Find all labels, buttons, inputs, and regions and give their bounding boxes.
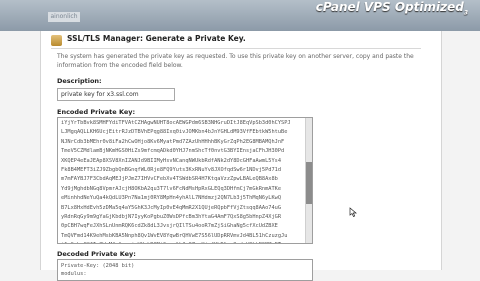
brand-version: 3 bbox=[463, 9, 468, 17]
description-label: Description: bbox=[57, 77, 102, 85]
ssl-lock-icon bbox=[51, 35, 62, 46]
encoded-key-line: TmeV5CZMdlamBjNKmHGS0HiZs9mfcmqADkd0YHJ7… bbox=[61, 148, 285, 155]
encoded-key-text: iYjYrTbBvk8SMHFYdiTFVAtCZHAgwNUHT8ocAEWG… bbox=[61, 119, 305, 243]
encoded-key-line: yRdnRqGy9m9gYaGjKbdbjN7IyyKoPgbuZ0WsDPfc… bbox=[61, 214, 282, 221]
decoded-key-line: modulus: bbox=[61, 271, 87, 277]
mouse-cursor-icon bbox=[349, 207, 357, 217]
encoded-key-textarea[interactable]: iYjYrTbBvk8SMHFYdiTFVAtCZHAgwNUHT8ocAEWG… bbox=[57, 117, 313, 244]
encoded-key-label: Encoded Private Key: bbox=[57, 108, 136, 116]
title-divider bbox=[51, 48, 421, 49]
banner-tab[interactable]: ainonlich bbox=[48, 12, 80, 22]
decoded-key-line: Private-Key: (2048 bit) bbox=[61, 263, 135, 269]
encoded-key-line: LJMgqAQLLKH6UcjEitrRJzDTBVhEPqg88Ixq0ivJ… bbox=[61, 129, 288, 136]
encoded-key-line: Fk8B4MEFT3iZJ9ZbgbQnBGnqfWL0Rje8FQ9Yuts3… bbox=[61, 167, 282, 174]
key-scrollbar[interactable] bbox=[305, 118, 312, 243]
encoded-key-line: j1qSyhnCKJIc8WwM4aAscgjcVYmkB8MjGsxmlkJn… bbox=[61, 241, 305, 243]
encoded-key-line: TmQVFmd14K9ehMsbKBA5Nnph8Qv1WvEV8YqwBrQH… bbox=[61, 232, 288, 239]
decoded-key-textarea[interactable]: Private-Key: (2048 bit) modulus: bbox=[57, 259, 313, 281]
encoded-key-line: eMinhhdNeYuQa4kQdLU3Pn7Na1mj0RY8MpHn4yhA… bbox=[61, 195, 282, 202]
intro-text: The system has generated the private key… bbox=[57, 53, 414, 69]
scrollbar-thumb[interactable] bbox=[306, 162, 312, 204]
encoded-key-line: Yd9jMghdbNGq8VpmrAJcjH8OKbA2qu3T7lv6FcNd… bbox=[61, 185, 282, 192]
decoded-key-text: Private-Key: (2048 bit) modulus: bbox=[61, 262, 134, 278]
decoded-key-label: Decoded Private Key: bbox=[57, 250, 136, 258]
page-title: SSL/TLS Manager: Generate a Private Key. bbox=[67, 34, 246, 43]
main-content: SSL/TLS Manager: Generate a Private Key.… bbox=[40, 31, 442, 281]
encoded-key-line: iYjYrTbBvk8SMHFYdiTFVAtCZHAgwNUHT8ocAEWG… bbox=[61, 120, 291, 126]
description-input[interactable] bbox=[57, 88, 175, 101]
encoded-key-line: XKQEP4eEaJEAp8XSV8XnIZANJd9BIIMyHsvNCanq… bbox=[61, 157, 282, 164]
encoded-key-line: 0pCBH7wqFeJXhSLnUnmRQK6cdZk8dL3JvsjrQIlT… bbox=[61, 223, 278, 230]
brand-logo: cPanel VPS Optimized3 bbox=[316, 0, 468, 16]
encoded-key-line: m7mFAYBJ7F3CbdAqMEJjPJmZ7IHVvCFebXv4TSWd… bbox=[61, 176, 278, 183]
brand-text: cPanel VPS Optimized bbox=[315, 0, 464, 14]
encoded-key-line: B7Lx8HxHdEvh5zDMa5q4aY5GhK3JcMyIp0vE4qMm… bbox=[61, 204, 282, 211]
top-banner: ainonlich cPanel VPS Optimized3 bbox=[0, 0, 480, 31]
encoded-key-line: NJNrCdb3bMEhr0v8iFa2hCwOHjo8Kv6MyatPmd7Z… bbox=[61, 138, 285, 145]
